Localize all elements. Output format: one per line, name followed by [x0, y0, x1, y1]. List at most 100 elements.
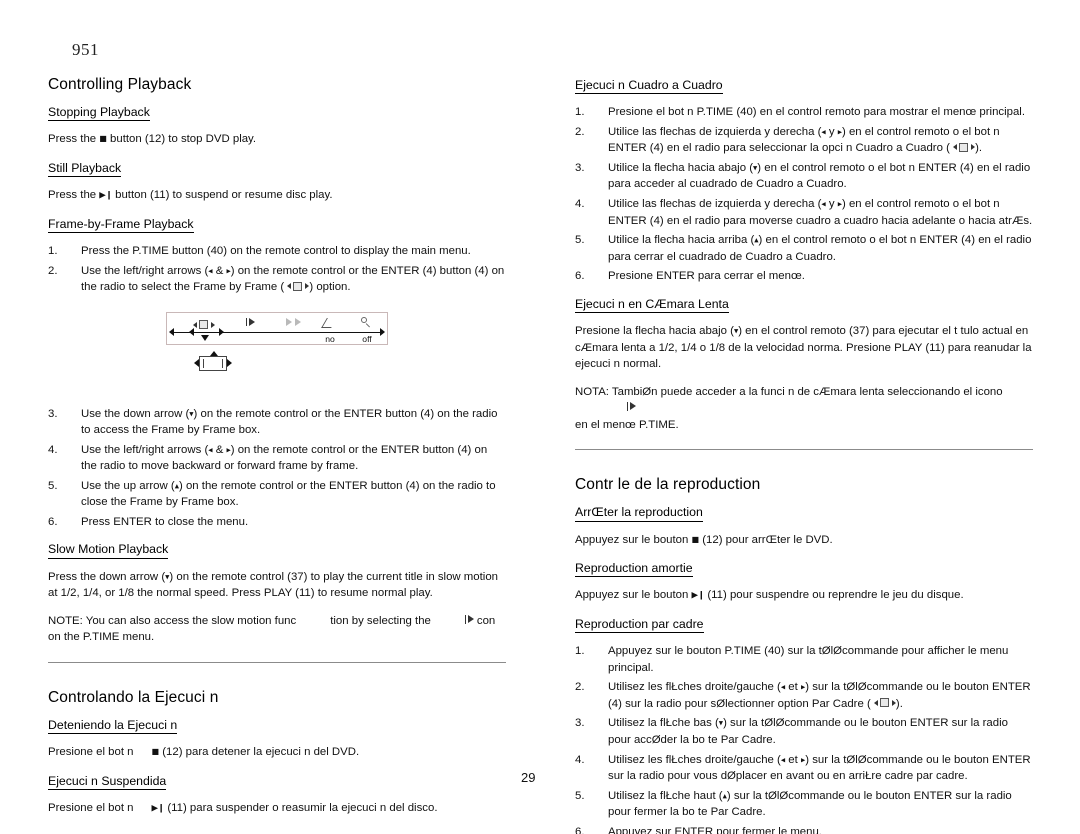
pause-icon: ▶❙: [99, 190, 112, 201]
playbar-angle-icon[interactable]: [321, 316, 338, 329]
playbar-play-icon[interactable]: [245, 316, 261, 329]
playbar-frame-by-frame-icon[interactable]: [193, 316, 217, 331]
frame-by-frame-icon: [193, 320, 215, 331]
playbar-angle-value: no: [325, 333, 335, 344]
french-stopping-heading-wrap: ArrŒter la reproduction: [575, 503, 1033, 526]
playbar-zoom-icon[interactable]: [359, 316, 375, 329]
pause-icon: ▶❙: [151, 803, 165, 814]
list-item: Press the P.TIME button (40) on the remo…: [48, 243, 506, 260]
text: button (12) to stop DVD play.: [110, 133, 257, 146]
french-stopping-heading: ArrŒter la reproduction: [575, 505, 703, 522]
list-item: Utilisez la flŁche bas (▾) sur la tØlØco…: [575, 715, 1033, 748]
playbar-segment-right-icon: [219, 328, 224, 337]
p-time-playbar-figure: no off: [48, 311, 506, 390]
french-still-heading-wrap: Reproduction amortie: [575, 559, 1033, 582]
text: (12) para detener la ejecuci n del DVD.: [162, 746, 360, 759]
spanish-slow-heading: Ejecuci n en CÆmara Lenta: [575, 297, 729, 314]
left-arrow-icon: ◂: [780, 682, 786, 693]
text: Appuyez sur le bouton: [575, 589, 689, 602]
playbar-down-caret-icon: [201, 334, 209, 341]
list-item: Appuyez sur le bouton P.TIME (40) sur la…: [575, 643, 1033, 676]
english-slow-note: NOTE: You can also access the slow motio…: [48, 613, 506, 646]
text: et: [788, 753, 798, 766]
text: NOTE: You can also access the slow motio…: [48, 614, 297, 627]
english-stopping-heading-wrap: Stopping Playback: [48, 103, 506, 126]
text: (11) pour suspendre ou reprendre le jeu …: [707, 589, 964, 602]
french-fbf-heading-wrap: Reproduction par cadre: [575, 615, 1033, 638]
text: en el menœ P.TIME.: [575, 418, 679, 431]
text: Presione la flecha hacia abajo (: [575, 325, 734, 338]
list-item: Utilisez les flŁches droite/gauche (◂ et…: [575, 752, 1033, 785]
text: Utilice las flechas de izquierda y derec…: [608, 198, 822, 211]
left-arrow-icon: ◂: [208, 445, 213, 456]
section-divider: [575, 449, 1033, 451]
manual-page: 951 Controlling Playback Stopping Playba…: [0, 0, 1080, 834]
text: Use the left/right arrows (: [81, 443, 209, 456]
list-item: Utilisez la flŁche haut (▴) sur la tØlØc…: [575, 788, 1033, 821]
text: Utilisez la flŁche bas (: [608, 717, 719, 730]
text: Utilice la flecha hacia arriba (: [608, 234, 755, 247]
english-slow-heading-wrap: Slow Motion Playback: [48, 540, 506, 563]
text: &: [215, 443, 224, 456]
left-arrow-icon: ◂: [821, 127, 826, 138]
text: tion by selecting the: [330, 614, 431, 627]
stop-icon: ■: [691, 534, 700, 544]
spanish-fbf-heading-wrap: Ejecuci n Cuadro a Cuadro: [575, 76, 1033, 99]
playbar-fast-forward-icon[interactable]: [285, 316, 309, 329]
text: Appuyez sur le bouton P.TIME (40) sur la…: [608, 645, 1009, 674]
english-still-heading-wrap: Still Playback: [48, 159, 506, 182]
slow-motion-icon: [627, 401, 639, 412]
text: y: [828, 125, 835, 138]
english-fbf-heading: Frame-by-Frame Playback: [48, 217, 194, 234]
playbar-zoom-value: off: [362, 333, 372, 344]
text: Use the left/right arrows (: [81, 264, 209, 277]
text: Utilice la flecha hacia abajo (: [608, 161, 753, 174]
text: Press the down arrow (: [48, 570, 166, 583]
spanish-fbf-steps: Presione el bot n P.TIME (40) en el cont…: [575, 104, 1033, 284]
page-footer-number: 29: [521, 770, 536, 785]
playbar: no off: [166, 311, 388, 345]
spanish-stopping-heading: Deteniendo la Ejecuci n: [48, 718, 178, 735]
spanish-slow-note: NOTA: TambiØn puede acceder a la funci n…: [575, 384, 1033, 434]
frame-by-frame-icon: [287, 281, 310, 292]
spanish-still-body: Presione el bot n ▶❙ (11) para suspender …: [48, 800, 506, 817]
english-still-heading: Still Playback: [48, 161, 122, 178]
left-arrow-icon: [194, 359, 199, 368]
section-divider: [48, 661, 506, 663]
french-fbf-heading: Reproduction par cadre: [575, 617, 704, 634]
list-item: Utilice las flechas de izquierda y derec…: [575, 124, 1033, 157]
right-column: Ejecuci n Cuadro a Cuadro Presione el bo…: [575, 76, 1033, 834]
list-item: Use the up arrow (▴) on the remote contr…: [48, 478, 506, 511]
english-slow-body: Press the down arrow (▾) on the remote c…: [48, 569, 506, 602]
french-still-body: Appuyez sur le bouton ▶❙ (11) pour suspe…: [575, 587, 1033, 604]
spanish-still-heading: Ejecuci n Suspendida: [48, 774, 167, 791]
left-arrow-icon: ◂: [208, 266, 213, 277]
english-slow-heading: Slow Motion Playback: [48, 542, 169, 559]
spanish-slow-heading-wrap: Ejecuci n en CÆmara Lenta: [575, 295, 1033, 318]
text: Presione ENTER para cerrar el menœ.: [608, 270, 805, 283]
english-fbf-steps-bottom: Use the down arrow (▾) on the remote con…: [48, 406, 506, 531]
frame-box-inner: [203, 358, 223, 368]
french-still-heading: Reproduction amortie: [575, 561, 693, 578]
pause-icon: ▶❙: [691, 590, 705, 601]
stop-icon: ■: [99, 134, 107, 144]
spanish-still-heading-wrap: Ejecuci n Suspendida: [48, 772, 506, 795]
spanish-stopping-heading-wrap: Deteniendo la Ejecuci n: [48, 716, 506, 739]
text: Use the down arrow (: [81, 407, 190, 420]
text: y: [828, 198, 835, 211]
text: Utilisez les flŁches droite/gauche (: [608, 753, 781, 766]
text: Presione el bot n P.TIME (40) en el cont…: [608, 106, 1025, 119]
text: &: [215, 264, 224, 277]
list-item: Presione ENTER para cerrar el menœ.: [575, 268, 1033, 285]
english-fbf-steps-top: Press the P.TIME button (40) on the remo…: [48, 243, 506, 296]
left-arrow-icon: ◂: [821, 199, 826, 210]
right-arrow-icon: [227, 359, 232, 368]
english-section-title: Controlling Playback: [48, 76, 192, 93]
left-arrow-icon: ◂: [780, 755, 786, 766]
text: Presione el bot n: [48, 802, 134, 815]
text: button (11) to suspend or resume disc pl…: [115, 189, 333, 202]
list-item: Utilice las flechas de izquierda y derec…: [575, 196, 1033, 229]
french-section-title: Contr le de la reproduction: [575, 476, 761, 494]
english-fbf-heading-wrap: Frame-by-Frame Playback: [48, 215, 506, 238]
english-still-body: Press the ▶❙ button (11) to suspend or r…: [48, 187, 506, 204]
